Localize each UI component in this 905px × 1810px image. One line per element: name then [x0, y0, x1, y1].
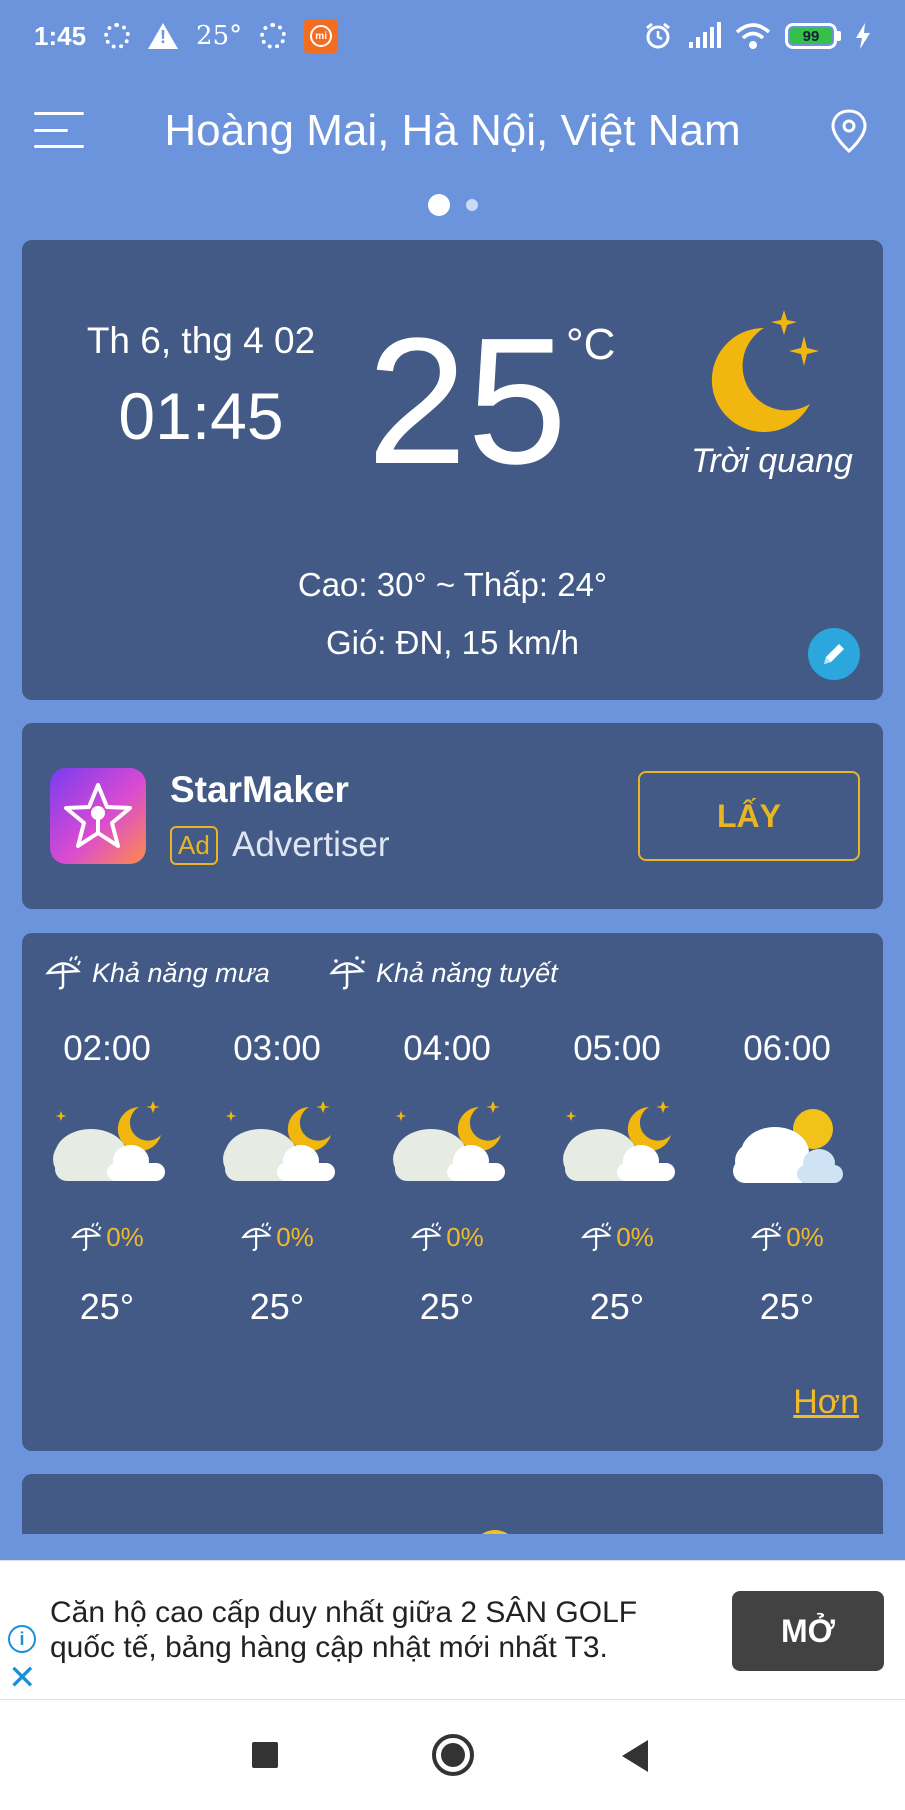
- next-card: [22, 1474, 883, 1534]
- condition-text: Trời quang: [691, 442, 853, 480]
- ad-advertiser: Advertiser: [232, 825, 390, 864]
- ad-info-icon[interactable]: i: [8, 1625, 36, 1653]
- precip-value: 0%: [106, 1221, 144, 1252]
- hour-time: 02:00: [63, 1029, 151, 1068]
- wind-text: Gió: ĐN, 15 km/h: [325, 624, 580, 661]
- signal-icon: [689, 22, 721, 48]
- hour-item[interactable]: 03:00 0% 25°: [192, 1029, 362, 1328]
- current-date: Th 6, thg 4 02: [86, 320, 316, 361]
- precip-chance: 0%: [22, 1220, 192, 1254]
- ad-install-button[interactable]: LẤY: [638, 771, 860, 861]
- umbrella-rain-icon: [411, 1222, 442, 1251]
- app-header: Hoàng Mai, Hà Nội, Việt Nam: [0, 90, 905, 170]
- hour-temp: 25°: [759, 1286, 815, 1327]
- precip-chance: 0%: [192, 1220, 362, 1254]
- status-temp: 25°: [196, 21, 243, 51]
- pencil-icon: [824, 644, 844, 664]
- hour-time: 03:00: [233, 1029, 321, 1068]
- umbrella-snow-icon: [329, 956, 365, 990]
- rain-legend-label: Khả năng mưa: [92, 957, 270, 988]
- umbrella-rain-icon: [751, 1222, 782, 1251]
- location-pin-icon[interactable]: [829, 108, 869, 154]
- warning-icon: [148, 23, 179, 49]
- umbrella-rain-icon: [71, 1222, 102, 1251]
- hourly-list: 02:00 0% 25° 03:00 0% 25° 04:00 0% 25° 0…: [22, 1029, 883, 1328]
- hour-item[interactable]: 05:00 0% 25°: [532, 1029, 702, 1328]
- current-time: 01:45: [118, 379, 284, 453]
- star-microphone-icon: [64, 783, 132, 848]
- umbrella-rain-icon: [581, 1222, 612, 1251]
- wifi-icon: [735, 23, 771, 49]
- night-partly-cloudy-icon: [223, 1101, 335, 1181]
- ad-close-icon[interactable]: ✕: [8, 1661, 37, 1695]
- page-dot[interactable]: [465, 199, 478, 211]
- hour-item[interactable]: 04:00 0% 25°: [362, 1029, 532, 1328]
- rain-legend: Khả năng mưa: [44, 953, 270, 993]
- hour-temp: 25°: [79, 1286, 135, 1327]
- hour-item[interactable]: 06:00 0% 25°: [702, 1029, 872, 1328]
- native-ad-card[interactable]: StarMaker Ad Advertiser LẤY: [22, 723, 883, 909]
- alarm-icon: [646, 22, 670, 49]
- hour-item[interactable]: 02:00 0% 25°: [22, 1029, 192, 1328]
- day-partly-cloudy-icon: [733, 1109, 843, 1183]
- high-low-text: Cao: 30° ~ Thấp: 24°: [297, 566, 608, 603]
- banner-ad[interactable]: i ✕ Căn hộ cao cấp duy nhất giữa 2 SÂN G…: [0, 1560, 905, 1700]
- night-partly-cloudy-icon: [563, 1101, 675, 1181]
- loader-icon: [260, 23, 287, 49]
- umbrella-rain-icon: [45, 955, 81, 990]
- banner-open-button[interactable]: MỞ: [732, 1591, 884, 1671]
- mi-app-icon: mi: [304, 19, 339, 53]
- hour-time: 06:00: [743, 1029, 831, 1068]
- home-button[interactable]: [432, 1734, 474, 1776]
- loader-icon: [104, 23, 131, 49]
- navigation-bar: [0, 1700, 905, 1810]
- snow-legend: Khả năng tuyết: [328, 953, 558, 993]
- battery-icon: 99: [785, 23, 841, 49]
- edit-button[interactable]: [808, 628, 860, 680]
- night-partly-cloudy-icon: [393, 1101, 505, 1181]
- precip-value: 0%: [276, 1221, 314, 1252]
- hour-temp: 25°: [589, 1286, 645, 1327]
- recents-button[interactable]: [252, 1742, 278, 1768]
- ad-badge: Ad: [170, 826, 218, 865]
- location-title[interactable]: Hoàng Mai, Hà Nội, Việt Nam: [0, 106, 905, 156]
- hour-time: 05:00: [573, 1029, 661, 1068]
- snow-legend-label: Khả năng tuyết: [376, 957, 558, 988]
- precip-value: 0%: [616, 1221, 654, 1252]
- sun-icon: [472, 1530, 518, 1534]
- starmaker-logo[interactable]: [50, 768, 146, 864]
- current-weather-card: Th 6, thg 4 02 01:45 25 °C Trời quang Ca…: [22, 240, 883, 700]
- hourly-forecast-card: Khả năng mưa Khả năng tuyết 02:00 0% 25°…: [22, 933, 883, 1451]
- hour-time: 04:00: [403, 1029, 491, 1068]
- charging-icon: [856, 23, 870, 49]
- banner-ad-text[interactable]: Căn hộ cao cấp duy nhất giữa 2 SÂN GOLF …: [50, 1595, 690, 1665]
- precip-chance: 0%: [362, 1220, 532, 1254]
- ad-app-name[interactable]: StarMaker: [170, 769, 349, 811]
- hour-temp: 25°: [419, 1286, 475, 1327]
- status-bar: 1:45 25° mi 99: [0, 0, 905, 72]
- precip-value: 0%: [786, 1221, 824, 1252]
- precip-chance: 0%: [532, 1220, 702, 1254]
- battery-level: 99: [790, 28, 832, 45]
- page-dot-active[interactable]: [427, 194, 450, 216]
- status-time: 1:45: [34, 20, 87, 51]
- page-indicator[interactable]: [0, 194, 905, 216]
- temperature-unit: °C: [566, 320, 616, 369]
- hour-temp: 25°: [249, 1286, 305, 1327]
- current-temperature: 25: [367, 301, 568, 502]
- more-link[interactable]: Hơn: [793, 1383, 859, 1422]
- precip-chance: 0%: [702, 1220, 872, 1254]
- moon-stars-icon: [711, 310, 819, 432]
- precip-value: 0%: [446, 1221, 484, 1252]
- back-button[interactable]: [622, 1740, 648, 1772]
- night-partly-cloudy-icon: [53, 1101, 165, 1181]
- umbrella-rain-icon: [241, 1222, 272, 1251]
